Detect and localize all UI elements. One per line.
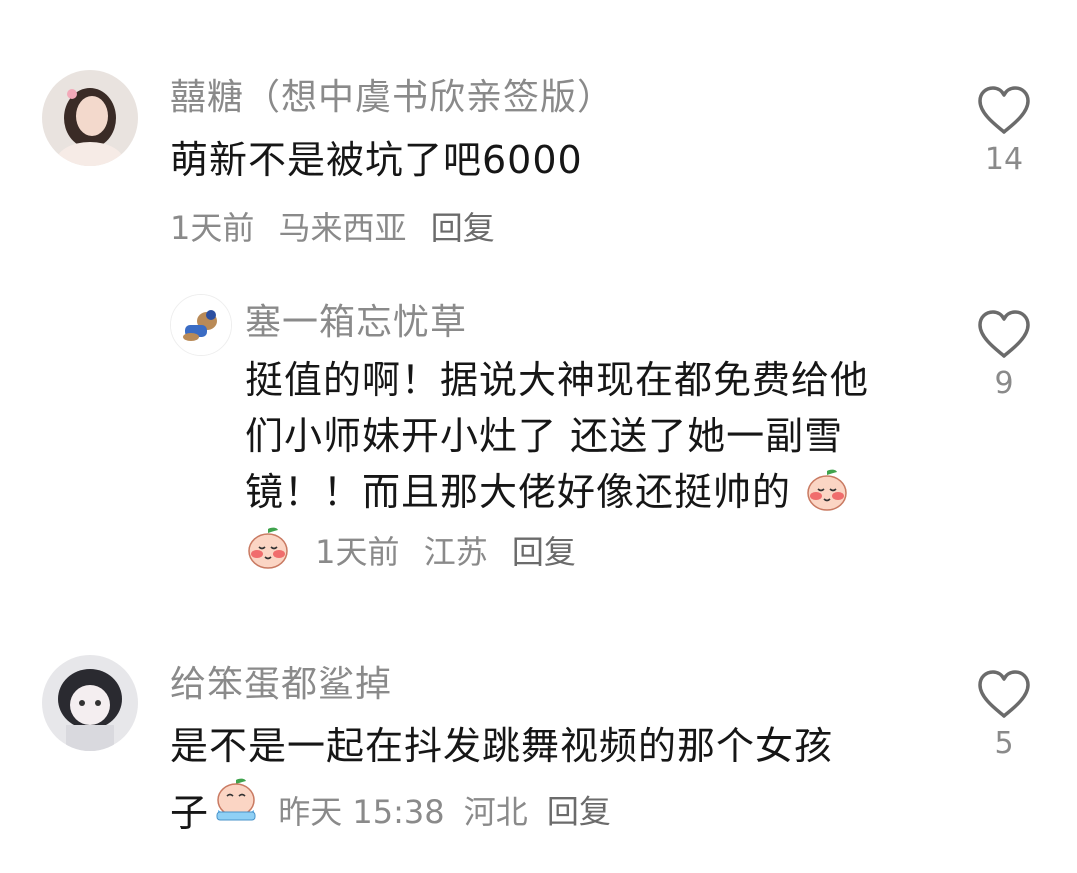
heart-outline-icon: [978, 310, 1030, 358]
heart-outline-icon: [978, 670, 1030, 718]
heart-outline-icon: [978, 86, 1030, 134]
reply-text-line: 镜！！而且那大佬好像还挺帅的: [245, 470, 792, 514]
reply-time: 1天前: [315, 533, 400, 571]
crying-peach-emoji: [213, 776, 259, 822]
reply-username[interactable]: 塞一箱忘忧草: [245, 293, 467, 345]
blushing-peach-emoji: [804, 467, 850, 513]
reply-text-line-3: 镜！！而且那大佬好像还挺帅的: [245, 464, 945, 520]
comment-text-line: 是不是一起在抖发跳舞视频的那个女孩: [170, 724, 834, 768]
comment-time: 1天前: [170, 209, 255, 247]
like-button[interactable]: 9: [974, 308, 1034, 401]
reply-text-line: 挺值的啊！据说大神现在都免费给他: [245, 358, 870, 402]
comment-location: 河北: [463, 792, 528, 831]
comment-location: 马来西亚: [278, 209, 407, 247]
comment-time: 昨天 15:38: [278, 792, 445, 831]
comment-text-line: 子: [170, 791, 209, 835]
reply-button[interactable]: 回复: [431, 209, 495, 247]
reply-button[interactable]: 回复: [512, 533, 576, 571]
comment-text-line-2: 子 昨天 15:38 河北 回复: [170, 776, 611, 837]
avatar[interactable]: [170, 294, 232, 356]
reply-button[interactable]: 回复: [547, 793, 611, 831]
comment-username[interactable]: 给笨蛋都鲨掉: [170, 655, 392, 707]
reply-text: 挺值的啊！据说大神现在都免费给他 们小师妹开小灶了 还送了她一副雪 镜！！而且那…: [245, 352, 945, 520]
like-count: 5: [994, 726, 1014, 761]
like-button[interactable]: 5: [974, 668, 1034, 761]
comment-meta: 1天前 马来西亚 回复: [170, 203, 509, 249]
comment-text: 萌新不是被坑了吧6000: [170, 138, 583, 182]
comment-username[interactable]: 囍糖（想中虞书欣亲签版）: [170, 68, 614, 120]
avatar[interactable]: [42, 70, 138, 166]
like-count: 14: [984, 142, 1024, 177]
blushing-peach-emoji: [245, 525, 291, 571]
avatar[interactable]: [42, 655, 138, 751]
comment-text: 是不是一起在抖发跳舞视频的那个女孩: [170, 718, 930, 774]
like-button[interactable]: 14: [974, 84, 1034, 177]
reply-meta: 1天前 江苏 回复: [245, 525, 590, 573]
like-count: 9: [994, 366, 1014, 401]
reply-text-line: 们小师妹开小灶了 还送了她一副雪: [245, 414, 844, 458]
reply-location: 江苏: [423, 533, 488, 571]
